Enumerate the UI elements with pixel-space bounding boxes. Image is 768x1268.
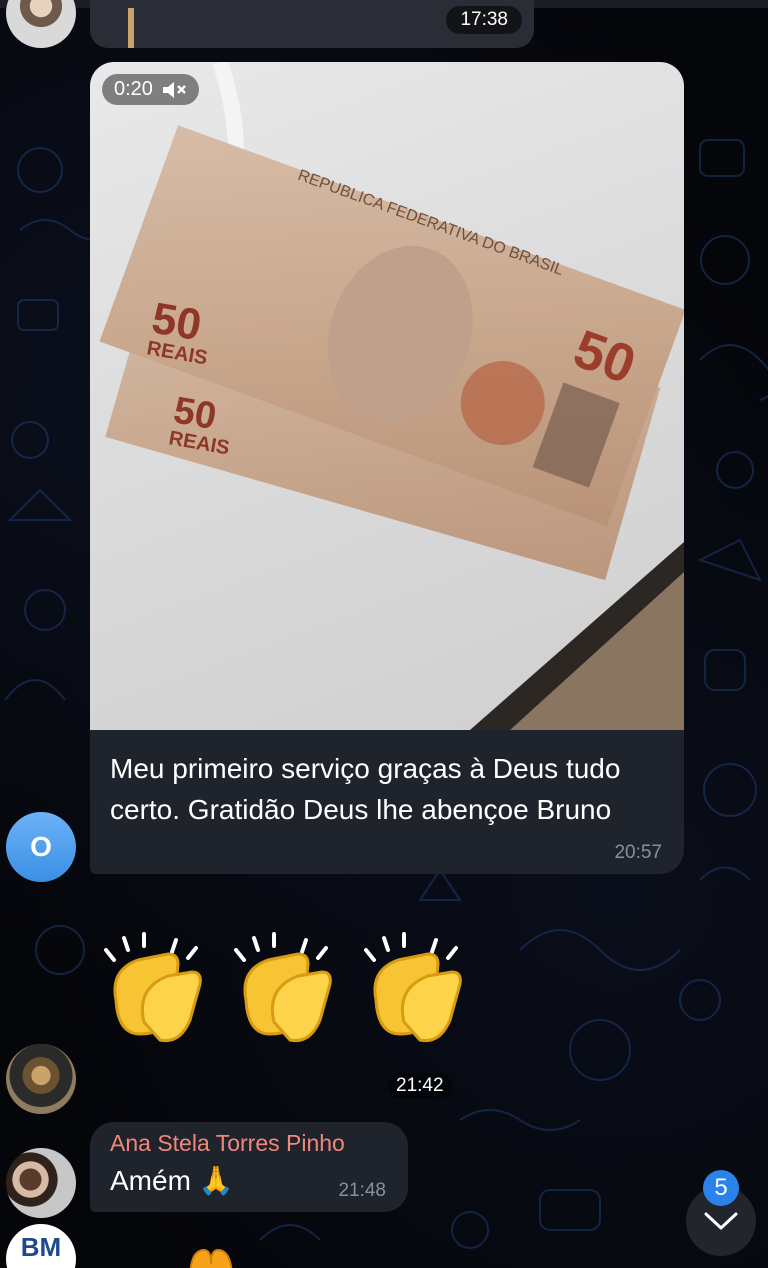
message-text: Amém 🙏	[110, 1165, 234, 1196]
avatar-bm[interactable]: BM	[6, 1224, 76, 1268]
avatar[interactable]	[6, 1148, 76, 1218]
video-frame: REPUBLICA FEDERATIVA DO BRASIL 50 50 REA…	[99, 62, 684, 730]
previous-message-bubble[interactable]: 17:38	[90, 0, 534, 48]
previous-message-time: 17:38	[446, 6, 522, 34]
emoji-partial-icon	[189, 1248, 233, 1268]
media-message-bubble[interactable]: REPUBLICA FEDERATIVA DO BRASIL 50 50 REA…	[90, 62, 684, 874]
emoji-message[interactable]	[96, 930, 474, 1048]
speaker-muted-icon	[162, 81, 186, 98]
video-preview[interactable]: REPUBLICA FEDERATIVA DO BRASIL 50 50 REA…	[90, 62, 684, 730]
clapping-hands-icon	[234, 932, 332, 1043]
text-message-time: 21:48	[338, 1180, 386, 1201]
unread-count-badge: 5	[703, 1170, 739, 1206]
chevron-down-icon	[704, 1212, 738, 1230]
avatar-initials: BM	[20, 1232, 62, 1262]
avatar-initial: O	[30, 831, 52, 862]
clapping-hands-icon	[364, 932, 462, 1043]
clapping-hands-icon	[104, 932, 202, 1043]
video-duration-chip[interactable]: 0:20	[102, 74, 199, 105]
avatar[interactable]	[6, 1044, 76, 1114]
avatar[interactable]	[6, 0, 76, 48]
previous-media-strip	[128, 8, 134, 48]
video-duration: 0:20	[114, 78, 153, 100]
avatar-o[interactable]: O	[6, 812, 76, 882]
text-message-bubble[interactable]: Ana Stela Torres Pinho Amém 🙏 21:48	[90, 1122, 408, 1212]
emoji-message-time: 21:42	[388, 1073, 452, 1099]
sender-name[interactable]: Ana Stela Torres Pinho	[110, 1130, 345, 1157]
media-message-time: 20:57	[614, 842, 662, 863]
media-caption: Meu primeiro serviço graças à Deus tudo …	[110, 753, 621, 825]
unread-count: 5	[714, 1174, 728, 1201]
chat-screen: 17:38 REPUBLICA FEDERATIVA DO BRASIL 50 …	[0, 0, 768, 1268]
